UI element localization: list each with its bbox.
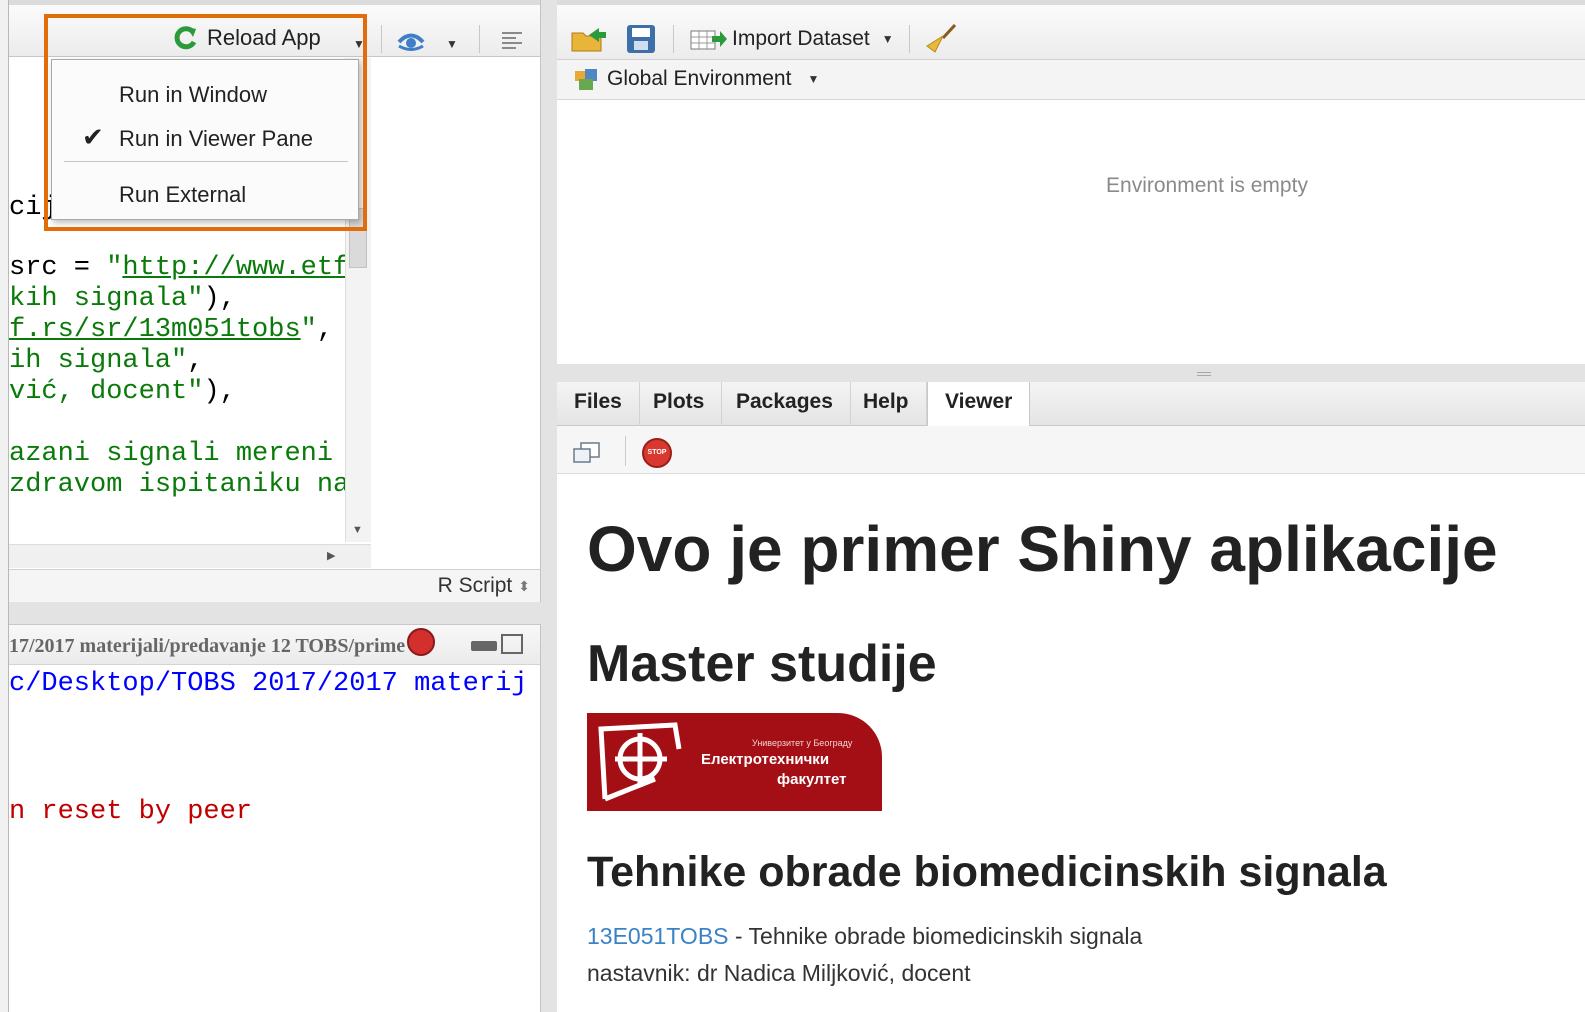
code-token: " — [300, 315, 317, 345]
code-token: src — [9, 253, 58, 283]
splitter-grip[interactable] — [1197, 372, 1211, 373]
publish-icon[interactable] — [396, 29, 426, 53]
code-line: kih signala"), — [9, 284, 236, 315]
environment-scope-label: Global Environment — [607, 67, 792, 90]
tab-viewer[interactable]: Viewer — [927, 382, 1031, 427]
toolbar-separator — [909, 25, 910, 53]
course-description-text: - Tehnike obrade biomedicinskih signala — [728, 923, 1143, 949]
tab-plots[interactable]: Plots — [636, 382, 723, 426]
toolbar-separator — [625, 436, 626, 466]
tab-packages[interactable]: Packages — [719, 382, 851, 426]
show-in-new-window-icon[interactable] — [573, 442, 601, 464]
right-column: Import Dataset ▼ Global Environment ▼ En… — [557, 0, 1585, 1012]
highlight-box — [44, 14, 367, 231]
code-line: azani signali mereni — [9, 439, 333, 470]
tab-files[interactable]: Files — [557, 382, 640, 426]
code-line: ih signala", — [9, 346, 203, 377]
minimize-icon[interactable] — [471, 641, 497, 651]
stop-icon[interactable]: STOP — [642, 438, 672, 468]
load-workspace-icon[interactable] — [571, 27, 607, 53]
etf-emblem-icon — [598, 722, 682, 802]
environment-toolbar: Import Dataset ▼ — [557, 0, 1585, 60]
window-edge — [0, 0, 9, 1012]
code-token: ), — [203, 377, 236, 407]
code-token: zdravom ispitaniku na — [9, 470, 345, 500]
broom-icon[interactable] — [925, 23, 957, 56]
course-heading: Tehnike obrade biomedicinskih signala — [587, 848, 1387, 896]
updown-arrows-icon: ⬍ — [518, 577, 530, 594]
code-token: vić, docent" — [9, 377, 204, 407]
code-line: vić, docent"), — [9, 377, 236, 408]
console-error-output: n reset by peer — [9, 797, 253, 827]
course-code-link[interactable]: 13E051TOBS — [587, 923, 729, 949]
toolbar-separator — [381, 25, 382, 53]
course-description: 13E051TOBS - Tehnike obrade biomedicinsk… — [587, 923, 1142, 950]
console-header: 17/2017 materijali/predavanje 12 TOBS/pr… — [9, 625, 540, 665]
chevron-down-icon: ▼ — [807, 72, 820, 86]
file-type-selector[interactable]: R Script ⬍ — [438, 574, 530, 598]
left-column: Reload App ▼ ▼ cij src = "http://www.etf k… — [0, 0, 545, 1012]
logo-faculty-text: Електротехнички — [701, 751, 830, 768]
environment-scope-selector[interactable]: Global Environment ▼ — [573, 67, 819, 91]
code-token: ), — [203, 284, 236, 314]
console-pane: 17/2017 materijali/predavanje 12 TOBS/pr… — [9, 624, 541, 1012]
code-token: " — [106, 253, 123, 283]
editor-status-bar: R Script ⬍ — [9, 569, 540, 602]
logo-university-text: Универзитет у Београду — [752, 738, 853, 748]
viewer-toolbar: STOP — [557, 426, 1585, 474]
output-tabs: Files Plots Packages Help Viewer — [557, 382, 1585, 427]
import-dataset-label: Import Dataset — [732, 27, 870, 50]
code-token: http://www.etf — [122, 253, 345, 283]
stop-icon[interactable] — [407, 628, 435, 656]
environment-icon — [573, 67, 599, 91]
app-title: Ovo je primer Shiny aplikacije — [587, 513, 1498, 585]
code-token: ih signala" — [9, 346, 188, 376]
code-line: zdravom ispitaniku na — [9, 470, 345, 501]
toolbar-separator — [479, 25, 480, 53]
scroll-right-arrow[interactable]: ▶ — [327, 549, 335, 562]
shiny-app-viewer: Ovo je primer Shiny aplikacije Master st… — [557, 474, 1585, 1012]
code-token: , — [316, 315, 334, 345]
teacher-text: nastavnik: dr Nadica Miljković, docent — [587, 960, 971, 986]
environment-empty-message: Environment is empty — [1106, 174, 1308, 197]
editor-horizontal-scrollbar[interactable]: ▶ — [9, 544, 371, 568]
file-type-label: R Script — [437, 574, 513, 597]
code-token: , — [187, 346, 204, 376]
console-working-directory[interactable]: 17/2017 materijali/predavanje 12 TOBS/pr… — [9, 635, 405, 658]
pane-divider[interactable] — [541, 0, 557, 1012]
save-workspace-icon[interactable] — [627, 25, 655, 53]
tab-help[interactable]: Help — [846, 382, 927, 426]
import-dataset-icon — [690, 28, 728, 50]
code-line: src = "http://www.etf — [9, 253, 345, 284]
code-token: kih signala" — [9, 284, 204, 314]
publish-dropdown-caret[interactable]: ▼ — [446, 37, 458, 51]
environment-scope-bar: Global Environment ▼ — [557, 60, 1585, 100]
pane-splitter[interactable] — [557, 364, 1585, 382]
console-path-output: c/Desktop/TOBS 2017/2017 materij — [9, 669, 528, 699]
document-outline-icon[interactable] — [502, 32, 522, 50]
import-dataset-button[interactable]: Import Dataset ▼ — [690, 27, 894, 51]
code-token: = — [57, 253, 107, 283]
toolbar-separator — [673, 25, 674, 53]
code-token: ci — [9, 193, 42, 223]
code-token: azani signali mereni — [9, 439, 334, 469]
code-token: f.rs/sr/13m051tobs — [9, 315, 301, 345]
etf-logo: Универзитет у Београду Електротехнички ф… — [587, 713, 882, 811]
code-line: f.rs/sr/13m051tobs", — [9, 315, 333, 346]
app-subtitle: Master studije — [587, 635, 937, 693]
maximize-icon[interactable] — [501, 634, 523, 654]
logo-faculty-text: факултет — [777, 771, 847, 788]
scroll-down-arrow[interactable]: ▼ — [352, 524, 363, 536]
chevron-down-icon: ▼ — [881, 32, 894, 46]
